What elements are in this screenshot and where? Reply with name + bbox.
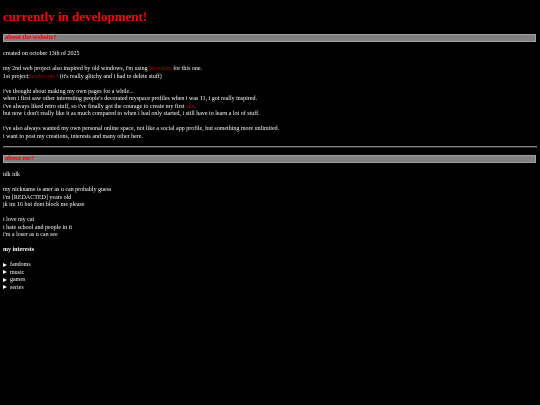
website-line-3: i've always liked retro stuff, so i've f… <box>3 104 537 112</box>
interest-label: fandoms <box>10 262 31 268</box>
disclosure-triangle-icon <box>3 277 7 282</box>
website-line-1-text: my 2nd web project also inspired by old … <box>3 66 150 72</box>
about-me-para1-line-1: my nickname is aner as u can probably gu… <box>3 187 112 193</box>
interest-item-games[interactable]: games <box>3 277 537 285</box>
section-header-about-me: about me? <box>3 155 536 163</box>
website-line-4: but now i don't really like it as much c… <box>3 111 260 117</box>
website-para3-line-2: i want to post my creations, interests a… <box>3 133 143 140</box>
about-me-content: idk idk my nickname is aner as u can pro… <box>3 172 537 292</box>
website-para2-line-2: when i first saw other interesting peopl… <box>3 96 257 102</box>
about-me-para1-line-2: i'm [REDACTED] years old <box>3 194 72 201</box>
interests-heading: my interests <box>3 247 35 253</box>
interests-list: fandoms music games series <box>3 262 537 292</box>
about-me-para2-line-2: i hate school and people in it <box>3 224 72 231</box>
website-para2-line-1: i've thought about making my own pages f… <box>3 88 134 95</box>
interest-item-series[interactable]: series <box>3 285 537 293</box>
interest-label: games <box>10 277 26 283</box>
website-para3-line-1: i've also always wanted my own personal … <box>3 126 280 132</box>
website-line-2-text: 1st project: <box>3 73 30 80</box>
interest-item-fandoms[interactable]: fandoms <box>3 262 537 270</box>
about-me-para1-line-3: jk im 16 but dont block me please <box>3 202 85 208</box>
website-line-2: 1st project:tuxdev.s4c3 (it's really gli… <box>3 74 537 82</box>
about-me-intro: idk idk <box>3 172 20 178</box>
disclosure-triangle-icon <box>3 285 7 289</box>
about-me-para2-line-1: i love my cat <box>3 217 35 223</box>
disclosure-triangle-icon <box>3 262 7 267</box>
section-header-about-website: about the website? <box>3 34 536 42</box>
first-project-link[interactable]: tuxdev.s4c3 <box>30 74 58 80</box>
website-line-2-end: (it's really glitchy and i had to delete… <box>58 73 162 80</box>
created-date: created on october 13th of 2025 <box>3 51 80 57</box>
website-line-3-text: i've always liked retro stuff, so i've f… <box>3 103 186 110</box>
website-line-3-end: . <box>194 103 196 110</box>
section-divider <box>3 146 537 148</box>
page-title: currently in development! <box>3 9 148 24</box>
neocities-link[interactable]: Neocities <box>149 66 172 72</box>
website-line-1-end: for this one. <box>171 66 203 72</box>
disclosure-triangle-icon <box>3 270 7 274</box>
interest-label: music <box>10 269 25 276</box>
section-heading-about-website: about the website? <box>5 34 57 41</box>
about-website-content: created on october 13th of 2025 my 2nd w… <box>3 51 537 141</box>
website-line-1: my 2nd web project also inspired by old … <box>3 66 537 74</box>
interest-label: series <box>10 284 24 291</box>
interest-item-music[interactable]: music <box>3 270 537 278</box>
about-me-para2-line-3: i'm a loser as u can see <box>3 232 58 238</box>
section-heading-about-me: about me? <box>5 155 35 162</box>
